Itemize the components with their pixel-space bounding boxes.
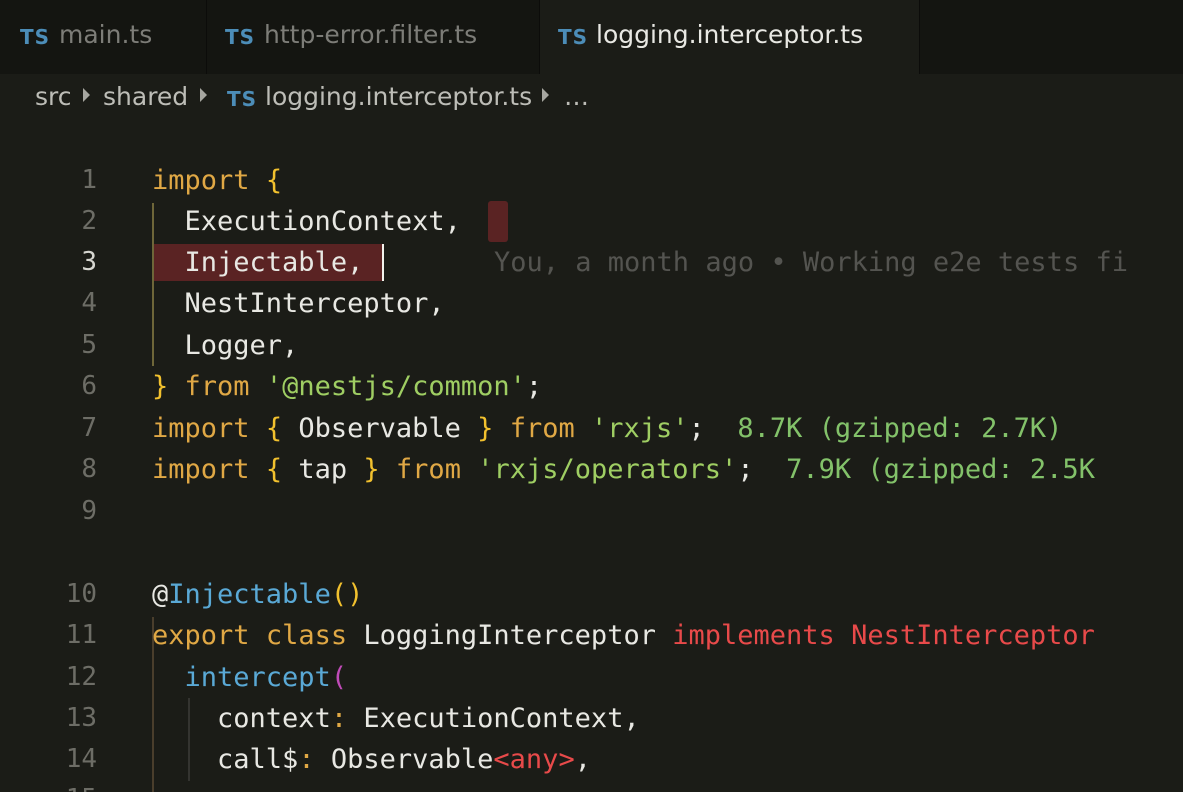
brace: { <box>265 165 283 196</box>
code-line-2: ExecutionContext, <box>152 201 461 242</box>
line-number: 4 <box>81 288 97 318</box>
identifier: NestInterceptor, <box>184 288 445 319</box>
code-line-7: import { Observable } from 'rxjs'; 8.7K … <box>152 408 1062 449</box>
decorator-at: @ <box>152 579 169 610</box>
colon: : <box>330 703 348 734</box>
interface-name: NestInterceptor <box>851 620 1095 651</box>
chevron-right-icon <box>542 88 549 102</box>
keyword: import <box>152 413 250 444</box>
line-number: 7 <box>81 413 97 443</box>
decorator-name: Injectable <box>168 579 331 610</box>
punctuation: ; <box>737 454 754 485</box>
keyword: from <box>395 454 461 485</box>
keyword: implements <box>672 620 835 651</box>
tab-http-error-filter-ts[interactable]: TS http-error.filter.ts <box>207 0 540 74</box>
code-line-14: call$: Observable<any>, <box>152 739 591 780</box>
code-line-1: import { <box>152 160 282 201</box>
code-line-5: Logger, <box>152 325 299 366</box>
line-number-current: 3 <box>81 247 97 277</box>
brace: } <box>363 454 380 485</box>
string: 'rxjs/operators' <box>477 454 738 485</box>
typescript-file-icon: TS <box>225 25 256 49</box>
angle-bracket: > <box>558 744 575 775</box>
keyword: class <box>265 620 348 651</box>
code-line-4: NestInterceptor, <box>152 283 445 324</box>
typescript-file-icon: TS <box>20 25 51 49</box>
identifier: tap <box>298 454 348 485</box>
tab-label: logging.interceptor.ts <box>596 20 864 49</box>
method-name: intercept <box>184 662 331 693</box>
paren: ( <box>330 662 348 693</box>
brace: } <box>152 371 169 402</box>
code-line-12: intercept( <box>152 657 348 698</box>
keyword: export <box>152 620 250 651</box>
chevron-right-icon <box>83 88 90 102</box>
import-cost-annotation: 8.7K (gzipped: 2.7K) <box>737 413 1063 444</box>
code-line-8: import { tap } from 'rxjs/operators'; 7.… <box>152 449 1095 490</box>
line-number: 2 <box>81 206 97 236</box>
keyword: import <box>152 454 250 485</box>
keyword: from <box>509 413 575 444</box>
code-editor[interactable]: 1 2 3 4 5 6 7 8 9 10 11 12 13 14 15 impo… <box>0 120 1183 792</box>
identifier: Observable <box>298 413 461 444</box>
line-number: 10 <box>65 579 97 609</box>
breadcrumb-item-shared[interactable]: shared <box>103 82 188 111</box>
typescript-file-icon: TS <box>558 25 589 49</box>
code-line-6: } from '@nestjs/common'; <box>152 366 542 407</box>
breadcrumb: src shared TS logging.interceptor.ts … <box>0 74 1183 120</box>
parameter: context <box>217 703 331 734</box>
import-cost-annotation: 7.9K (gzipped: 2.5K <box>786 454 1095 485</box>
git-blame-annotation: You, a month ago • Working e2e tests fi <box>494 247 1128 278</box>
text-cursor <box>382 244 384 281</box>
angle-bracket: < <box>493 744 510 775</box>
keyword: from <box>184 371 250 402</box>
string: '@nestjs/common' <box>265 371 526 402</box>
line-number: 12 <box>65 662 97 692</box>
brace: } <box>477 413 494 444</box>
error-highlight <box>488 201 508 242</box>
line-number: 13 <box>65 703 97 733</box>
breadcrumb-item-symbol[interactable]: … <box>564 82 589 111</box>
keyword: import <box>152 165 250 196</box>
tab-main-ts[interactable]: TS main.ts <box>0 0 207 74</box>
punctuation: ; <box>525 371 543 402</box>
line-number: 5 <box>81 330 97 360</box>
line-number: 9 <box>81 496 97 526</box>
line-number: 8 <box>81 454 97 484</box>
typescript-file-icon: TS <box>227 87 258 111</box>
code-line-3: Injectable, <box>152 242 364 283</box>
line-number: 1 <box>81 165 97 195</box>
tab-label: http-error.filter.ts <box>264 20 478 49</box>
identifier: ExecutionContext, <box>184 206 461 237</box>
breadcrumb-item-src[interactable]: src <box>35 82 72 111</box>
punctuation: , <box>574 744 591 775</box>
parameter: call$ <box>217 744 299 775</box>
class-name: LoggingInterceptor <box>363 620 656 651</box>
identifier: Injectable, <box>184 247 364 278</box>
breadcrumb-item-file[interactable]: logging.interceptor.ts <box>265 82 532 111</box>
tab-bar: TS main.ts TS http-error.filter.ts TS lo… <box>0 0 1183 74</box>
identifier: Logger, <box>184 330 299 361</box>
brace: { <box>265 454 283 485</box>
chevron-right-icon <box>200 88 207 102</box>
brace: { <box>265 413 283 444</box>
generic-type: any <box>509 744 559 775</box>
punctuation: , <box>623 703 640 734</box>
type-name: ExecutionContext <box>363 703 624 734</box>
colon: : <box>298 744 315 775</box>
line-number: 15 <box>0 779 97 792</box>
tab-logging-interceptor-ts[interactable]: TS logging.interceptor.ts <box>540 0 920 74</box>
code-line-11: export class LoggingInterceptor implemen… <box>152 615 1095 656</box>
code-line-13: context: ExecutionContext, <box>152 698 640 739</box>
line-number: 6 <box>81 371 97 401</box>
line-number: 14 <box>65 744 97 774</box>
string: 'rxjs' <box>591 413 689 444</box>
tab-label: main.ts <box>59 20 153 49</box>
punctuation: ; <box>688 413 705 444</box>
code-line-10: @Injectable() <box>152 574 363 615</box>
type-name: Observable <box>330 744 494 775</box>
line-number: 11 <box>65 620 97 650</box>
parens: () <box>330 579 364 610</box>
